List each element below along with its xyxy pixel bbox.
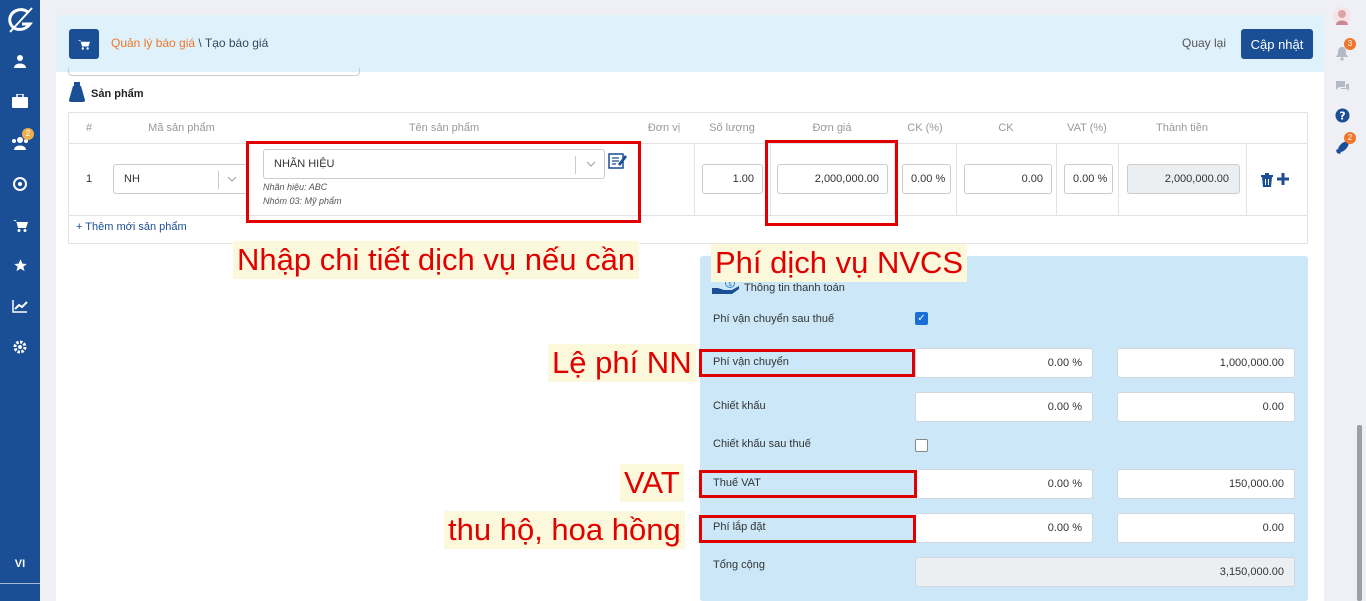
user-icon[interactable] (10, 51, 30, 71)
discount-pct-input[interactable]: 0.00 % (915, 392, 1093, 422)
annotation-box-shipping (699, 349, 915, 377)
discount-label: Chiết khấu (713, 400, 766, 412)
col-index: # (85, 122, 93, 134)
annotation-box-unit-price (765, 140, 898, 226)
col-total: Thành tiền (1156, 122, 1208, 134)
install-pct-input[interactable]: 0.00 % (915, 513, 1093, 543)
left-sidebar: 2 VI (0, 0, 40, 601)
briefcase-icon[interactable] (10, 91, 30, 111)
breadcrumb-quotes-link[interactable]: Quản lý báo giá (111, 36, 195, 50)
breadcrumb-current: Tạo báo giá (204, 36, 269, 50)
vat-pct-input[interactable]: 0.00 % (1064, 164, 1113, 194)
svg-text:?: ? (1339, 109, 1345, 122)
col-divider (1056, 143, 1057, 215)
callout-le-phi: Lệ phí NN (548, 344, 696, 382)
vat-value-input[interactable]: 150,000.00 (1117, 469, 1295, 499)
avatar[interactable] (1332, 6, 1352, 26)
search-field-edge[interactable] (68, 68, 360, 76)
annotation-box-vat (699, 470, 917, 498)
col-divider (956, 143, 957, 215)
bell-icon[interactable]: 3 (1332, 38, 1356, 63)
annotation-box-product-name (246, 141, 641, 223)
flask-icon (68, 82, 86, 105)
discount-pct-input[interactable]: 0.00 % (902, 164, 951, 194)
add-product-link[interactable]: + Thêm mới sản phẩm (76, 221, 187, 233)
chevron-down-icon (227, 174, 237, 187)
annotation-box-install (699, 515, 916, 543)
logo-icon[interactable] (4, 4, 36, 36)
shipping-pct-input[interactable]: 0.00 % (915, 348, 1093, 378)
col-vat-pct: VAT (%) (1067, 122, 1107, 134)
sidebar-divider (0, 583, 40, 584)
breadcrumb-separator: \ (195, 36, 205, 50)
section-title-label: Sản phẩm (91, 87, 144, 100)
callout-details: Nhập chi tiết dịch vụ nếu cần (233, 241, 640, 279)
discount-value-input[interactable]: 0.00 (1117, 392, 1295, 422)
star-icon[interactable] (10, 255, 30, 275)
total-label: Tổng cộng (713, 559, 765, 571)
add-row-icon[interactable] (1276, 172, 1290, 189)
rocket-badge: 2 (1344, 132, 1356, 144)
col-name: Tên sản phẩm (408, 122, 480, 134)
gear-icon[interactable] (10, 337, 30, 357)
col-unit: Đơn vị (647, 122, 681, 134)
callout-nvcs: Phí dịch vụ NVCS (711, 244, 968, 282)
language-switch[interactable]: VI (0, 558, 40, 570)
users-badge: 2 (22, 128, 34, 140)
col-qty: Số lượng (709, 122, 755, 134)
shipping-after-tax-label: Phí vận chuyển sau thuế (713, 313, 835, 325)
col-divider (694, 143, 695, 215)
cart-button[interactable] (69, 29, 99, 59)
help-icon[interactable]: ? (1332, 105, 1352, 125)
select-divider (218, 171, 219, 189)
rocket-icon[interactable]: 2 (1332, 132, 1356, 157)
total-value-field: 3,150,000.00 (915, 557, 1295, 587)
chat-icon[interactable] (1332, 76, 1352, 96)
payment-panel: $ Thông tin thanh toán Phí vận chuyển sa… (700, 256, 1308, 601)
discount-input[interactable]: 0.00 (964, 164, 1052, 194)
product-code-select[interactable]: NH (113, 164, 248, 194)
discount-after-tax-checkbox[interactable] (915, 439, 928, 452)
col-price: Đơn giá (812, 122, 852, 134)
trash-icon[interactable] (1261, 173, 1273, 190)
col-divider (1246, 143, 1247, 215)
breadcrumb: Quản lý báo giá \ Tạo báo giá (111, 36, 268, 50)
install-value-input[interactable]: 0.00 (1117, 513, 1295, 543)
section-title: Sản phẩm (68, 82, 144, 105)
right-toolbar: 3 ? 2 (1320, 0, 1366, 601)
svg-text:$: $ (728, 281, 732, 288)
bell-badge: 3 (1344, 38, 1356, 50)
cart-icon[interactable] (10, 215, 30, 235)
page-scrollbar[interactable] (1357, 425, 1362, 601)
page-header: Quản lý báo giá \ Tạo báo giá Quay lại C… (56, 15, 1324, 72)
payment-title: Thông tin thanh toán (744, 281, 845, 294)
back-link[interactable]: Quay lại (1182, 36, 1226, 50)
col-divider (1118, 143, 1119, 215)
shipping-value-input[interactable]: 1,000,000.00 (1117, 348, 1295, 378)
vat-pct-input[interactable]: 0.00 % (915, 469, 1093, 499)
users-icon[interactable]: 2 (10, 128, 34, 153)
callout-vat: VAT (620, 464, 684, 502)
quantity-input[interactable]: 1.00 (702, 164, 763, 194)
update-button[interactable]: Cập nhật (1241, 29, 1313, 59)
col-code: Mã sản phẩm (148, 122, 215, 134)
shipping-after-tax-checkbox[interactable]: ✓ (915, 312, 928, 325)
product-code-value: NH (124, 173, 140, 185)
row-index: 1 (85, 173, 93, 185)
col-ck-pct: CK (%) (907, 122, 943, 134)
target-icon[interactable] (10, 174, 30, 194)
discount-after-tax-label: Chiết khấu sau thuế (713, 438, 811, 450)
chart-line-icon[interactable] (10, 296, 30, 316)
col-ck: CK (998, 122, 1014, 134)
callout-thu-ho: thu hộ, hoa hồng (444, 511, 685, 549)
line-total-field: 2,000,000.00 (1127, 164, 1240, 194)
